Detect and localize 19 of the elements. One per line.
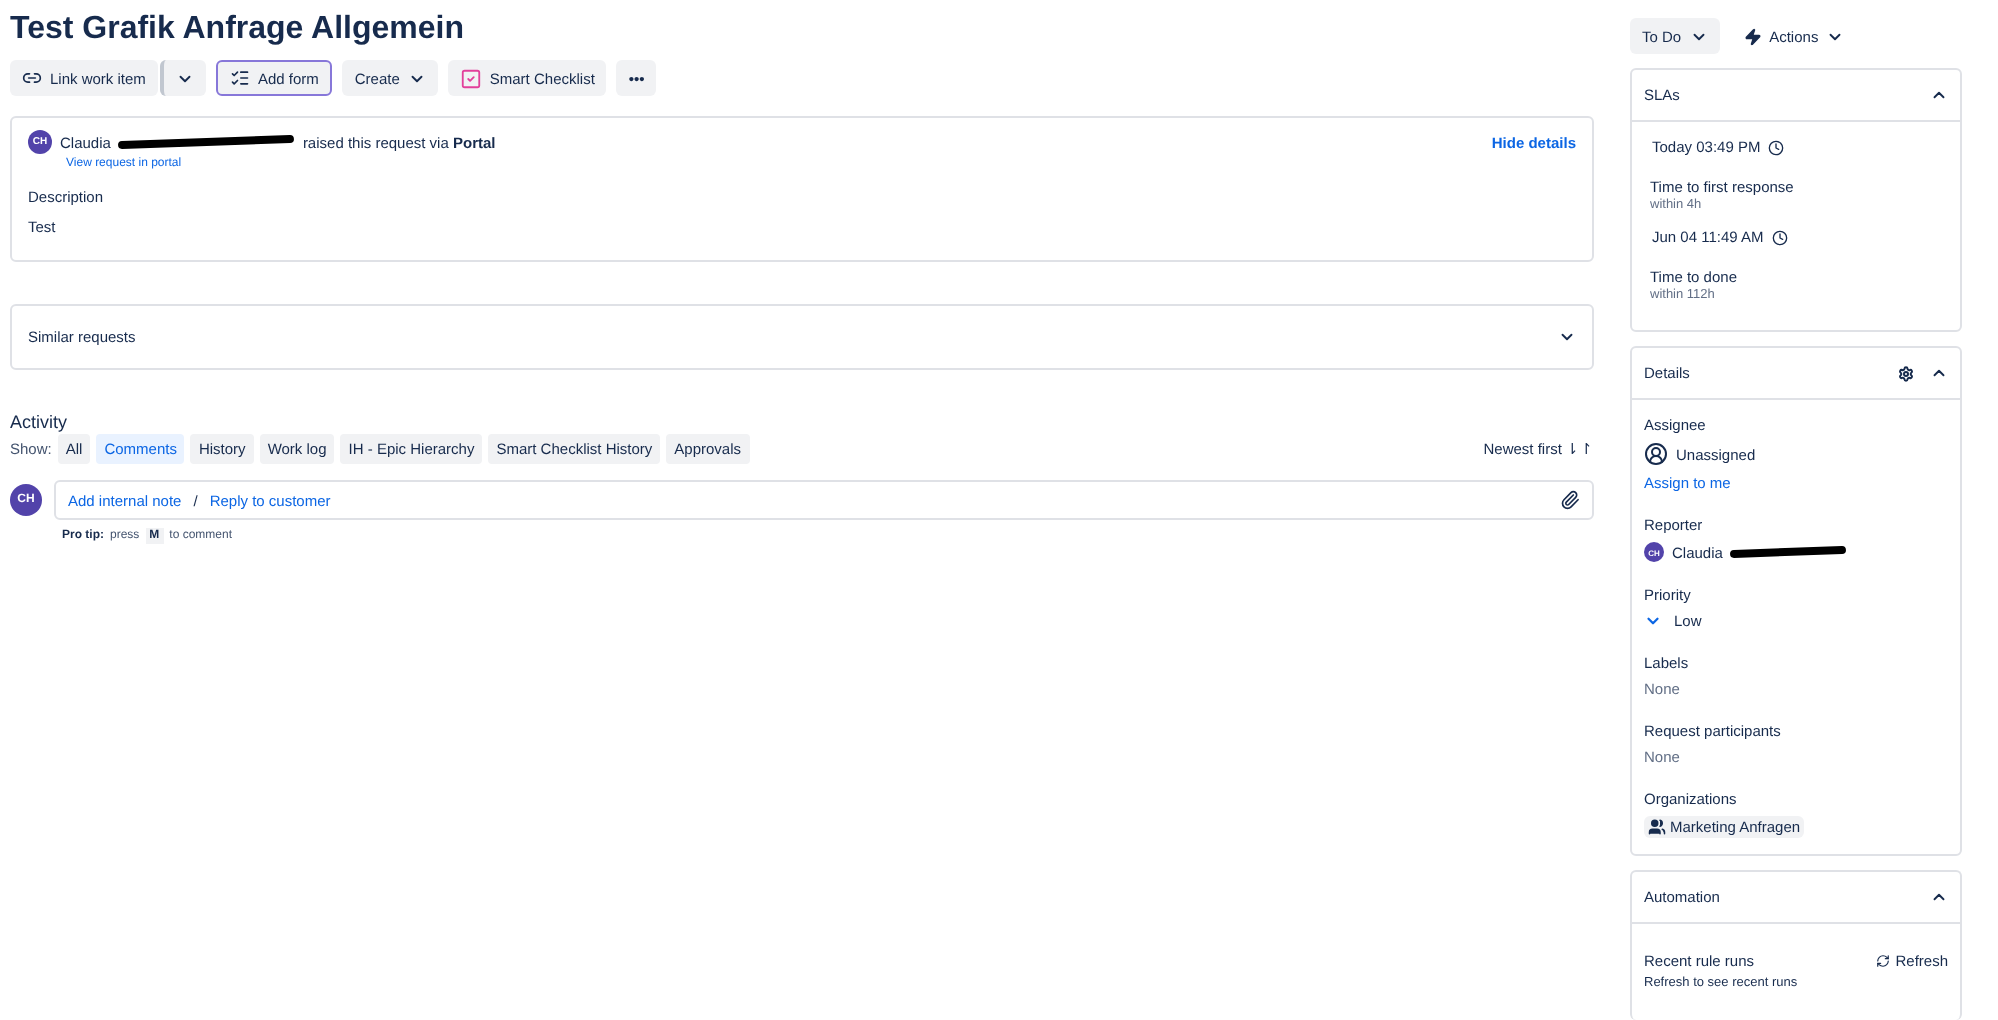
redaction-mark (1730, 546, 1847, 558)
user-icon (1644, 442, 1668, 466)
chevron-up-icon[interactable] (1930, 888, 1948, 906)
chevron-down-icon[interactable] (1558, 328, 1576, 346)
low-priority-icon (1644, 612, 1662, 630)
settings-icon[interactable] (1898, 365, 1914, 381)
lightning-icon (1743, 27, 1762, 45)
issue-title: Test Grafik Anfrage Allgemein (10, 12, 467, 48)
group-icon (1648, 818, 1666, 836)
activity-heading: Activity (10, 412, 70, 432)
chevron-up-icon[interactable] (1930, 86, 1948, 104)
form-icon (229, 68, 250, 88)
chevron-up-icon[interactable] (1930, 364, 1948, 382)
refresh-icon (1875, 954, 1890, 968)
attachment-icon[interactable] (1560, 490, 1580, 510)
clock-icon (1771, 229, 1788, 245)
link-icon (22, 68, 42, 88)
checklist-icon (459, 67, 482, 89)
clock-icon (1768, 139, 1785, 155)
